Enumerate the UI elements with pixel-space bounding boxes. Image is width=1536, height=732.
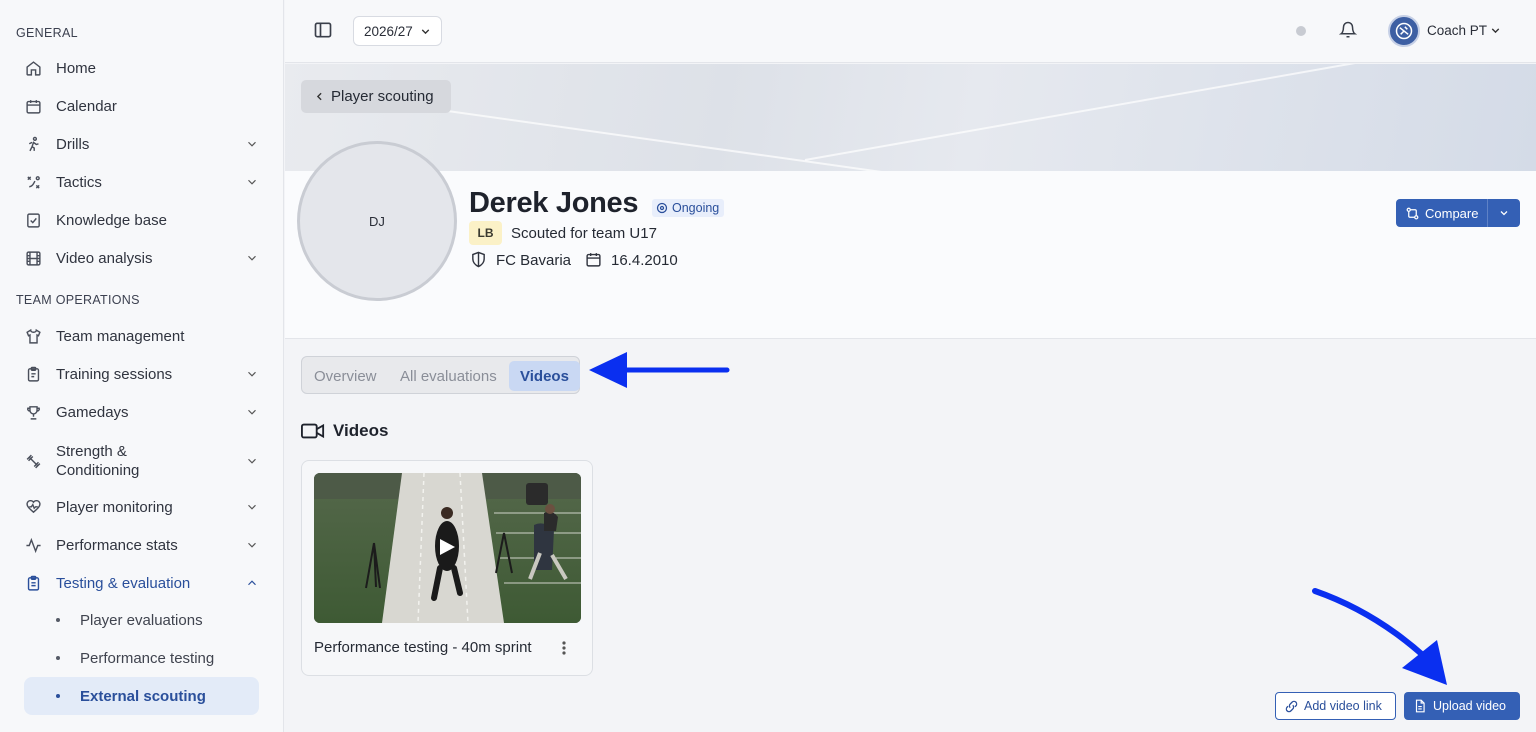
sidebar: GENERAL Home Calendar Drills Tactics Kno… [0,0,284,732]
checklist-icon [24,211,42,229]
sidebar-item-tactics[interactable]: Tactics [24,164,260,200]
connection-status-dot [1296,26,1306,36]
more-options-icon[interactable] [557,639,571,657]
chevron-down-icon[interactable] [244,174,260,190]
tab-overview[interactable]: Overview [303,361,388,391]
calendar-icon [585,251,602,268]
trophy-icon [24,403,42,421]
clipboard-list-icon [24,574,42,592]
chevron-down-icon[interactable] [244,366,260,382]
sidebar-item-video-analysis[interactable]: Video analysis [24,240,260,276]
player-name: Derek Jones [469,187,639,219]
section-title-general: GENERAL [16,26,78,40]
sidebar-item-player-monitoring[interactable]: Player monitoring [24,489,260,525]
chevron-up-icon[interactable] [244,575,260,591]
compare-button[interactable]: Compare [1396,199,1520,227]
chevron-down-icon[interactable] [1489,24,1502,37]
sidebar-subitem-player-evaluations[interactable]: Player evaluations [24,601,259,639]
bullet [56,656,60,660]
sidebar-subitem-performance-testing[interactable]: Performance testing [24,639,259,677]
chevron-down-icon[interactable] [244,499,260,515]
user-avatar[interactable] [1388,15,1420,47]
tab-videos[interactable]: Videos [509,361,580,391]
heart-pulse-icon [24,498,42,516]
status-icon [656,202,668,214]
upload-video-button[interactable]: Upload video [1404,692,1520,720]
bullet [56,618,60,622]
sidebar-item-home[interactable]: Home [24,50,260,86]
chevron-down-icon [419,25,432,38]
chevron-down-icon[interactable] [1498,207,1510,219]
jersey-icon [24,327,42,345]
section-title-team-operations: TEAM OPERATIONS [16,293,140,307]
bullet [56,694,60,698]
player-avatar: DJ [297,141,457,301]
video-thumbnail[interactable] [314,473,581,623]
position-badge: LB [469,221,502,245]
sidebar-item-testing-evaluation[interactable]: Testing & evaluation [24,565,260,601]
topbar: 2026/27 Coach PT [285,0,1536,63]
date-of-birth: 16.4.2010 [611,252,678,269]
compare-icon [1405,206,1420,221]
tactics-icon [24,173,42,191]
bell-icon[interactable] [1338,21,1358,39]
chevron-down-icon[interactable] [244,136,260,152]
home-icon [24,59,42,77]
add-video-link-button[interactable]: Add video link [1275,692,1396,720]
club-name: FC Bavaria [496,252,572,269]
sidebar-toggle-icon[interactable] [313,20,333,40]
sidebar-item-team-management[interactable]: Team management [24,318,260,354]
sidebar-item-training-sessions[interactable]: Training sessions [24,356,260,392]
status-badge: Ongoing [652,199,725,217]
video-card[interactable]: Performance testing - 40m sprint [301,460,593,676]
clipboard-icon [24,365,42,383]
chevron-down-icon[interactable] [244,404,260,420]
video-title: Performance testing - 40m sprint [314,639,532,656]
chevron-down-icon[interactable] [244,250,260,266]
tab-all-evaluations[interactable]: All evaluations [389,361,508,391]
chevron-down-icon[interactable] [244,537,260,553]
film-icon [24,249,42,267]
sidebar-item-performance-stats[interactable]: Performance stats [24,527,260,563]
annotation-arrow-down [1312,588,1447,685]
back-button[interactable]: Player scouting [301,80,451,113]
running-icon [24,135,42,153]
sidebar-item-gamedays[interactable]: Gamedays [24,394,260,430]
profile-tabs: Overview All evaluations Videos [301,356,580,394]
calendar-icon [24,97,42,115]
chevron-left-icon [313,90,326,103]
sidebar-item-strength-conditioning[interactable]: Strength & Conditioning [24,439,260,483]
chevron-down-icon[interactable] [244,453,260,469]
user-name[interactable]: Coach PT [1427,23,1487,38]
shield-icon [470,251,487,268]
video-camera-icon [301,422,325,440]
profile-banner: Player scouting [285,64,1536,171]
sidebar-item-calendar[interactable]: Calendar [24,88,260,124]
scouted-for: Scouted for team U17 [511,225,657,242]
annotation-arrow-left [589,352,730,388]
file-icon [1413,699,1427,713]
dumbbell-icon [24,452,42,470]
sidebar-subitem-external-scouting[interactable]: External scouting [24,677,259,715]
link-icon [1284,699,1299,714]
activity-icon [24,536,42,554]
sidebar-item-knowledge-base[interactable]: Knowledge base [24,202,260,238]
sidebar-item-drills[interactable]: Drills [24,126,260,162]
season-select[interactable]: 2026/27 [353,16,442,46]
videos-section-title: Videos [333,421,389,440]
